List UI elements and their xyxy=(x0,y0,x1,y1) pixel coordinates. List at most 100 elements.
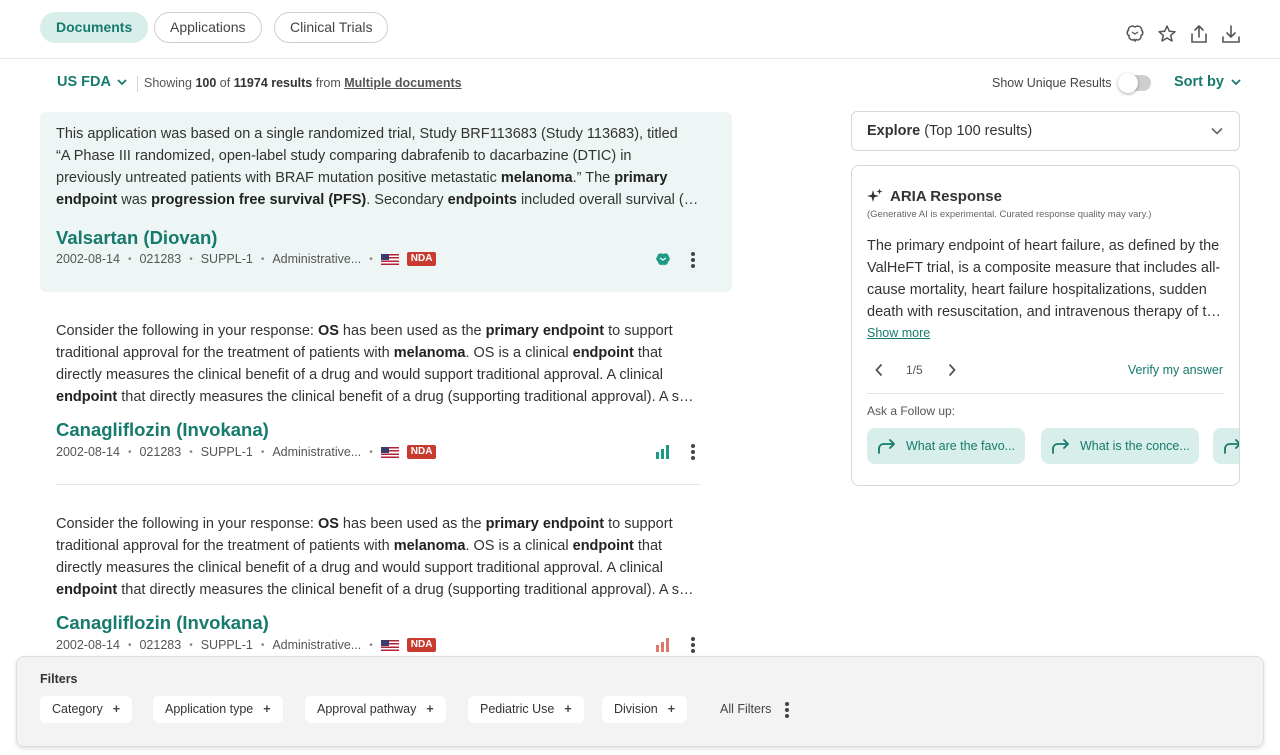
highlight-term: endpoints xyxy=(447,192,517,208)
highlight-term: endpoint xyxy=(572,345,634,361)
highlight-term: progression free survival (PFS) xyxy=(151,192,367,208)
download-icon[interactable] xyxy=(1221,24,1241,44)
snippet-text: This application was based on a single r… xyxy=(56,126,678,142)
tab-documents[interactable]: Documents xyxy=(40,12,149,43)
filter-label: Application type xyxy=(165,702,254,716)
bar-chart-icon[interactable] xyxy=(654,443,672,459)
separator-dot: • xyxy=(369,446,373,458)
snippet-text: Consider the following in your response: xyxy=(56,323,318,339)
explore-label: Explore (Top 100 results) xyxy=(867,123,1032,139)
more-options-icon[interactable] xyxy=(690,252,696,268)
filter-pediatric-use[interactable]: Pediatric Use + xyxy=(468,696,584,723)
snippet-text: “A Phase III randomized, open-label stud… xyxy=(56,148,632,164)
filter-category[interactable]: Category + xyxy=(40,696,133,723)
more-options-icon[interactable] xyxy=(784,702,790,718)
result-title[interactable]: Canagliflozin (Invokana) xyxy=(56,612,269,634)
separator-dot: • xyxy=(127,639,132,651)
explore-suffix: (Top 100 results) xyxy=(924,123,1033,139)
star-icon[interactable] xyxy=(1157,24,1177,44)
response-line: ValHeFT trial, is a composite measure th… xyxy=(867,260,1221,276)
more-options-icon[interactable] xyxy=(690,637,696,653)
snippet-line: traditional approval for the treatment o… xyxy=(56,342,700,364)
chevron-right-icon[interactable] xyxy=(947,363,957,377)
brain-icon[interactable] xyxy=(1125,24,1145,44)
tab-applications[interactable]: Applications xyxy=(154,12,262,43)
chevron-left-icon[interactable] xyxy=(874,363,884,377)
plus-icon: + xyxy=(564,702,572,716)
show-more-link[interactable]: Show more xyxy=(867,326,930,340)
application-number: 021283 xyxy=(139,445,182,459)
follow-up-chip[interactable] xyxy=(1213,428,1239,464)
result-title[interactable]: Valsartan (Diovan) xyxy=(56,227,217,249)
result-category: Administrative... xyxy=(272,252,362,266)
aria-disclaimer: (Generative AI is experimental. Curated … xyxy=(867,209,1152,220)
nda-badge: NDA xyxy=(406,252,437,266)
all-filters-button[interactable]: All Filters xyxy=(720,702,771,716)
result-title[interactable]: Canagliflozin (Invokana) xyxy=(56,419,269,441)
separator-dot: • xyxy=(260,639,265,651)
aria-response-panel: ARIA Response (Generative AI is experime… xyxy=(851,165,1240,486)
filter-label: Pediatric Use xyxy=(480,702,555,716)
snippet-text: traditional approval for the treatment o… xyxy=(56,345,394,361)
snippet-line: “A Phase III randomized, open-label stud… xyxy=(56,145,700,167)
filter-label: Category xyxy=(52,702,103,716)
sort-by-button[interactable]: Sort by xyxy=(1174,74,1241,90)
showing-prefix: Showing xyxy=(144,76,192,90)
divider xyxy=(137,76,138,92)
forward-arrow-icon xyxy=(878,439,895,454)
bar-chart-icon[interactable] xyxy=(654,636,672,652)
response-line: death with resuscitation, and intravenou… xyxy=(867,304,1224,320)
snippet-text: included overall survival (OS), and resp… xyxy=(520,192,700,208)
filter-division[interactable]: Division + xyxy=(602,696,688,723)
all-filters-label: All Filters xyxy=(720,702,772,716)
result-divider xyxy=(56,484,701,485)
highlight-term: melanoma xyxy=(393,345,466,361)
snippet-line: endpoint that directly measures the clin… xyxy=(56,579,700,601)
snippet-line: This application was based on a single r… xyxy=(56,123,700,145)
snippet-text: that directly measures the clinical bene… xyxy=(121,389,700,405)
snippet-text: has been used as the xyxy=(338,516,486,532)
region-label: US FDA xyxy=(57,74,111,90)
tab-clinical-trials[interactable]: Clinical Trials xyxy=(274,12,389,43)
separator-dot: • xyxy=(369,253,373,265)
snippet-text: was xyxy=(117,192,152,208)
unique-results-toggle[interactable] xyxy=(1118,73,1151,93)
separator-dot: • xyxy=(260,253,265,265)
snippet-text: that xyxy=(633,345,663,361)
snippet-text: previously untreated patients with BRAF … xyxy=(56,170,501,186)
follow-up-chip[interactable]: What is the conce... xyxy=(1041,428,1199,464)
more-options-icon[interactable] xyxy=(690,444,696,460)
source-link[interactable]: Multiple documents xyxy=(344,76,461,90)
brain-icon[interactable] xyxy=(654,252,672,268)
filter-approval-pathway[interactable]: Approval pathway + xyxy=(305,696,446,723)
region-selector[interactable]: US FDA xyxy=(57,74,128,90)
verify-answer-link[interactable]: Verify my answer xyxy=(1128,363,1223,377)
result-date: 2002-08-14 xyxy=(56,445,120,459)
highlight-term: OS xyxy=(317,516,339,532)
plus-icon: + xyxy=(667,702,676,716)
explore-title: Explore xyxy=(867,123,921,139)
highlight-term: primary xyxy=(614,170,668,186)
plus-icon: + xyxy=(263,702,271,716)
result-meta: 2002-08-14 • 021283 • SUPPL-1 • Administrat… xyxy=(56,638,437,652)
from-text: from xyxy=(315,76,341,90)
results-count: Showing 100 of 11974 results from Multip… xyxy=(144,76,462,90)
snippet-text: . OS is a clinical xyxy=(465,538,573,554)
follow-up-chip[interactable]: What are the favo... xyxy=(867,428,1025,464)
share-icon[interactable] xyxy=(1189,24,1209,44)
aria-response-text: The primary endpoint of heart failure, a… xyxy=(867,235,1224,323)
result-date: 2002-08-14 xyxy=(56,252,120,266)
filter-application-type[interactable]: Application type + xyxy=(153,696,283,723)
explore-dropdown[interactable]: Explore (Top 100 results) xyxy=(851,111,1240,151)
separator-dot: • xyxy=(127,446,132,458)
unique-results-label: Show Unique Results xyxy=(992,76,1112,90)
separator-dot: • xyxy=(189,446,193,458)
highlight-term: endpoint xyxy=(56,192,118,208)
snippet-text: traditional approval for the treatment o… xyxy=(56,538,394,554)
snippet-text: to support xyxy=(604,516,673,532)
sparkle-icon xyxy=(867,188,883,202)
snippet-text: that xyxy=(633,538,663,554)
highlight-term: endpoint xyxy=(56,389,118,405)
chevron-down-icon xyxy=(1231,79,1241,86)
result-card: This application was based on a single r… xyxy=(40,112,732,292)
